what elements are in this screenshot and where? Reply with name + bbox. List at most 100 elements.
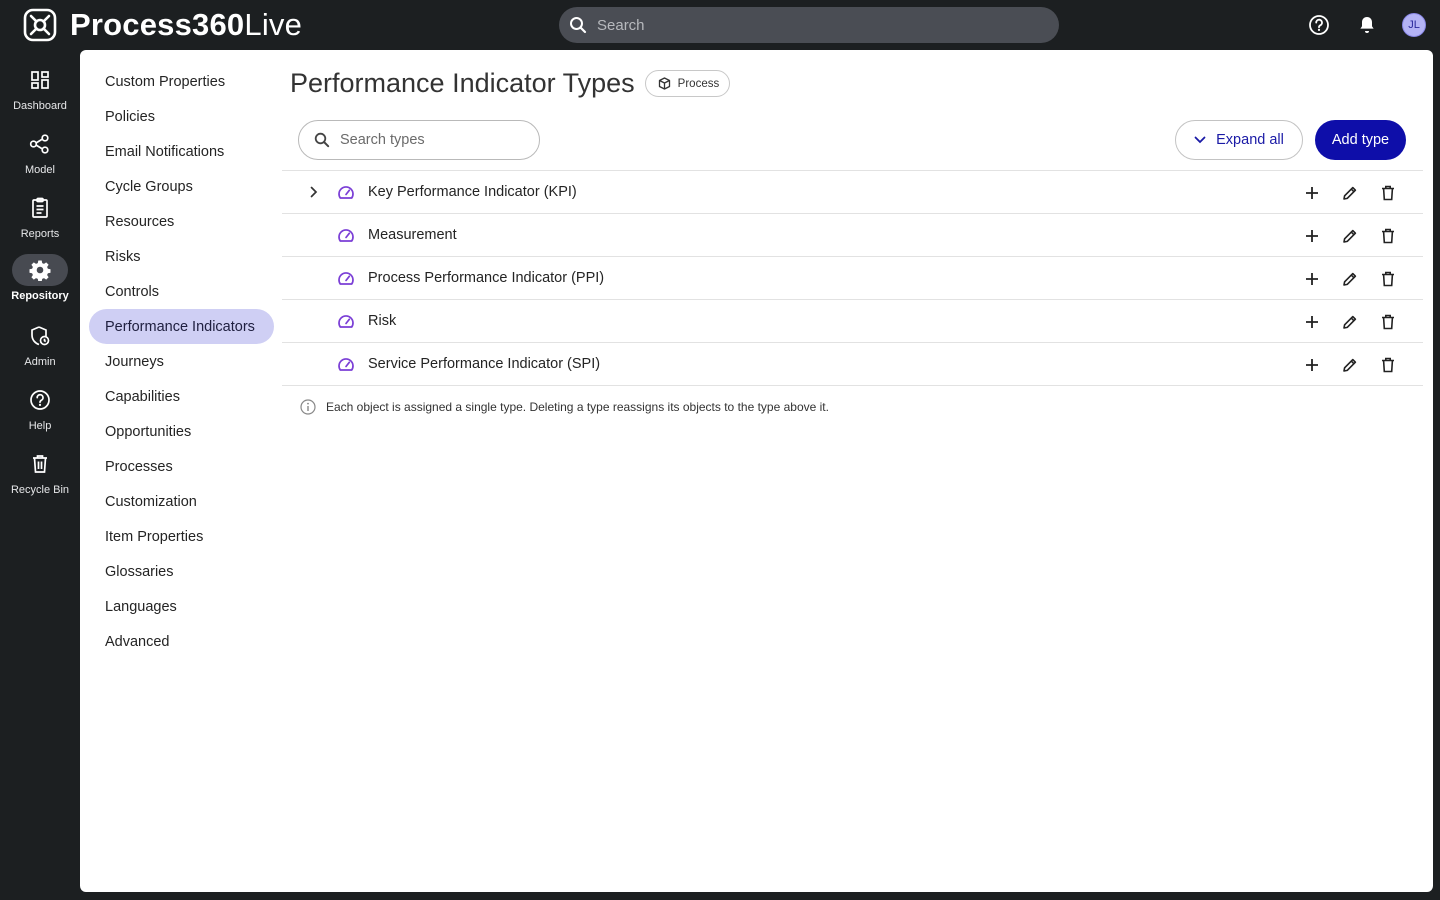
- top-bar: Process360Live JL: [0, 0, 1440, 50]
- rail-item-reports[interactable]: Reports: [0, 192, 80, 252]
- delete-type-button[interactable]: [1378, 226, 1398, 246]
- add-subtype-button[interactable]: [1302, 269, 1322, 289]
- search-icon: [314, 132, 330, 148]
- trash-icon: [1382, 357, 1394, 373]
- rail-item-repository[interactable]: Repository: [0, 254, 80, 314]
- subnav-item-item-properties[interactable]: Item Properties: [89, 519, 274, 554]
- plus-icon: [1306, 273, 1318, 285]
- help-icon: [30, 390, 50, 410]
- global-search-input[interactable]: [597, 16, 1037, 34]
- subnav-item-custom-properties[interactable]: Custom Properties: [89, 64, 274, 99]
- rail-item-help[interactable]: Help: [0, 384, 80, 444]
- info-text: Each object is assigned a single type. D…: [326, 400, 829, 414]
- rail-item-admin[interactable]: Admin: [0, 320, 80, 380]
- subnav-item-controls[interactable]: Controls: [89, 274, 274, 309]
- cube-icon: [658, 77, 670, 90]
- edit-type-button[interactable]: [1340, 183, 1360, 203]
- expand-all-label: Expand all: [1216, 132, 1284, 148]
- page-title: Performance Indicator Types: [290, 68, 635, 98]
- rail-label: Repository: [11, 290, 69, 302]
- type-label: Measurement: [368, 227, 457, 243]
- subnav-item-advanced[interactable]: Advanced: [89, 624, 274, 659]
- rail-label: Model: [25, 164, 55, 176]
- subnav-item-policies[interactable]: Policies: [89, 99, 274, 134]
- info-icon: [300, 399, 316, 415]
- subnav-item-resources[interactable]: Resources: [89, 204, 274, 239]
- admin-shield-icon: [31, 326, 50, 346]
- help-button[interactable]: [1306, 12, 1332, 38]
- add-subtype-button[interactable]: [1302, 355, 1322, 375]
- type-row[interactable]: Service Performance Indicator (SPI): [282, 343, 1423, 386]
- subnav-item-opportunities[interactable]: Opportunities: [89, 414, 274, 449]
- edit-type-button[interactable]: [1340, 312, 1360, 332]
- plus-icon: [1306, 187, 1318, 199]
- rail-label: Reports: [20, 228, 60, 240]
- pencil-icon: [1343, 186, 1357, 200]
- rail-item-model[interactable]: Model: [0, 128, 80, 188]
- edit-type-button[interactable]: [1340, 269, 1360, 289]
- subnav-item-glossaries[interactable]: Glossaries: [89, 554, 274, 589]
- subnav-item-languages[interactable]: Languages: [89, 589, 274, 624]
- trash-icon: [1382, 185, 1394, 201]
- edit-type-button[interactable]: [1340, 226, 1360, 246]
- trash-icon: [1382, 271, 1394, 287]
- subnav-item-cycle-groups[interactable]: Cycle Groups: [89, 169, 274, 204]
- trash-icon: [33, 455, 47, 473]
- rail-label: Recycle Bin: [10, 484, 70, 496]
- main-panel: Custom Properties Policies Email Notific…: [80, 50, 1433, 892]
- app-name: Process360Live: [70, 7, 303, 42]
- chevron-right-icon: [310, 186, 318, 198]
- type-search-input[interactable]: [340, 132, 520, 148]
- pencil-icon: [1343, 315, 1357, 329]
- delete-type-button[interactable]: [1378, 355, 1398, 375]
- type-label: Service Performance Indicator (SPI): [368, 356, 601, 372]
- subnav-item-performance-indicators[interactable]: Performance Indicators: [89, 309, 274, 344]
- type-label: Key Performance Indicator (KPI): [368, 184, 577, 200]
- app-logo[interactable]: Process360Live: [22, 7, 302, 43]
- notifications-button[interactable]: [1354, 12, 1380, 38]
- delete-type-button[interactable]: [1378, 312, 1398, 332]
- type-search[interactable]: [298, 120, 540, 160]
- pencil-icon: [1343, 272, 1357, 286]
- rail-item-dashboard[interactable]: Dashboard: [0, 64, 80, 124]
- gear-icon: [29, 260, 51, 281]
- user-avatar[interactable]: JL: [1402, 13, 1426, 37]
- global-search[interactable]: [559, 7, 1059, 43]
- plus-icon: [1306, 230, 1318, 242]
- add-subtype-button[interactable]: [1302, 312, 1322, 332]
- subnav-item-risks[interactable]: Risks: [89, 239, 274, 274]
- reports-icon: [32, 197, 48, 218]
- type-label: Risk: [368, 313, 397, 329]
- bell-icon: [1360, 17, 1374, 33]
- type-label: Process Performance Indicator (PPI): [368, 270, 605, 286]
- gauge-icon: [338, 358, 354, 371]
- help-icon: [1309, 15, 1329, 35]
- type-row[interactable]: Key Performance Indicator (KPI): [282, 171, 1423, 214]
- process-chip: Process: [644, 70, 731, 97]
- type-row[interactable]: Process Performance Indicator (PPI): [282, 257, 1423, 300]
- type-row[interactable]: Measurement: [282, 214, 1423, 257]
- expand-all-button[interactable]: Expand all: [1175, 120, 1303, 160]
- subnav-item-capabilities[interactable]: Capabilities: [89, 379, 274, 414]
- add-subtype-button[interactable]: [1302, 226, 1322, 246]
- add-subtype-button[interactable]: [1302, 183, 1322, 203]
- pencil-icon: [1343, 358, 1357, 372]
- gauge-icon: [338, 186, 354, 199]
- rail-item-recycle-bin[interactable]: Recycle Bin: [0, 448, 80, 508]
- delete-type-button[interactable]: [1378, 183, 1398, 203]
- pencil-icon: [1343, 229, 1357, 243]
- gauge-icon: [338, 229, 354, 242]
- model-icon: [29, 134, 49, 154]
- rail-label: Admin: [24, 356, 56, 368]
- gauge-icon: [338, 315, 354, 328]
- delete-type-button[interactable]: [1378, 269, 1398, 289]
- subnav-item-processes[interactable]: Processes: [89, 449, 274, 484]
- search-icon: [570, 17, 587, 34]
- subnav-item-customization[interactable]: Customization: [89, 484, 274, 519]
- add-type-button[interactable]: Add type: [1315, 120, 1406, 160]
- expand-row-button[interactable]: [306, 184, 322, 200]
- subnav-item-email-notifications[interactable]: Email Notifications: [89, 134, 274, 169]
- subnav-item-journeys[interactable]: Journeys: [89, 344, 274, 379]
- type-row[interactable]: Risk: [282, 300, 1423, 343]
- edit-type-button[interactable]: [1340, 355, 1360, 375]
